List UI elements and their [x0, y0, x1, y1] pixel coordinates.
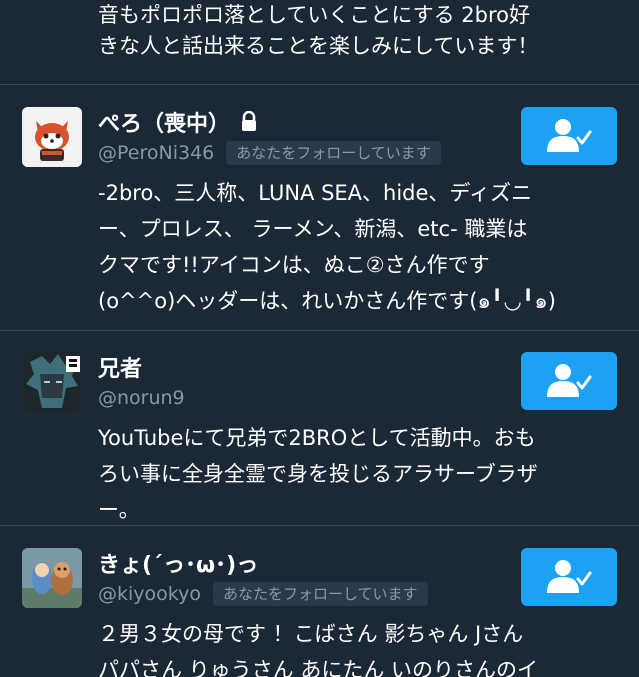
lock-icon: [240, 110, 258, 133]
display-name[interactable]: 兄者: [98, 351, 142, 383]
following-button[interactable]: [521, 548, 617, 606]
divider: [0, 330, 639, 331]
follows-you-badge: あなたをフォローしています: [226, 141, 441, 165]
user-bio: YouTubeにて兄弟で2BROとして活動中。おも ろい事に全身全霊で身を投じる…: [98, 426, 538, 522]
follows-you-badge: あなたをフォローしています: [212, 582, 428, 606]
user-bio: ２男３女の母です ！こばさん 影ちゃん Jさん パパさん りゅうさん あにたん …: [98, 622, 539, 677]
divider: [0, 525, 639, 526]
user-handle: @PeroNi346: [98, 142, 215, 164]
display-name[interactable]: きょ(´っ･ω･)っ: [98, 547, 258, 579]
avatar[interactable]: [22, 548, 82, 608]
red-panda-avatar-image: [22, 107, 82, 167]
display-name[interactable]: ぺろ（喪中）: [98, 106, 230, 138]
following-user-icon: [547, 364, 592, 397]
user-bio: -2bro、三人称、LUNA SEA、hide、ディズニ ー、プロレス、 ラーメ…: [98, 181, 556, 313]
previous-user-bio: 音もポロポロ落としていくことにする 2bro好 きな人と話出来ることを楽しみにし…: [98, 3, 539, 58]
anime-character-avatar-image: [22, 352, 82, 412]
following-button[interactable]: [521, 352, 617, 410]
following-user-icon: [547, 119, 592, 152]
user-handle: @kiyookyo: [98, 583, 201, 605]
user-row[interactable]: 兄者 @norun9 YouTubeにて兄弟で2BROとして活動中。おも ろい事…: [0, 352, 639, 524]
figurine-avatar-image: [22, 548, 82, 608]
user-handle: @norun9: [98, 387, 185, 409]
followers-list: 音もポロポロ落としていくことにする 2bro好 きな人と話出来ることを楽しみにし…: [0, 0, 639, 677]
user-row[interactable]: きょ(´っ･ω･)っ @kiyookyo あなたをフォローしています ２男３女の…: [0, 548, 639, 677]
following-user-icon: [547, 560, 592, 593]
avatar[interactable]: [22, 107, 82, 167]
avatar[interactable]: [22, 352, 82, 412]
following-button[interactable]: [521, 107, 617, 165]
divider: [0, 84, 639, 85]
user-row[interactable]: ぺろ（喪中） @PeroNi346 あなたをフォローしています -2bro、三人…: [0, 107, 639, 329]
